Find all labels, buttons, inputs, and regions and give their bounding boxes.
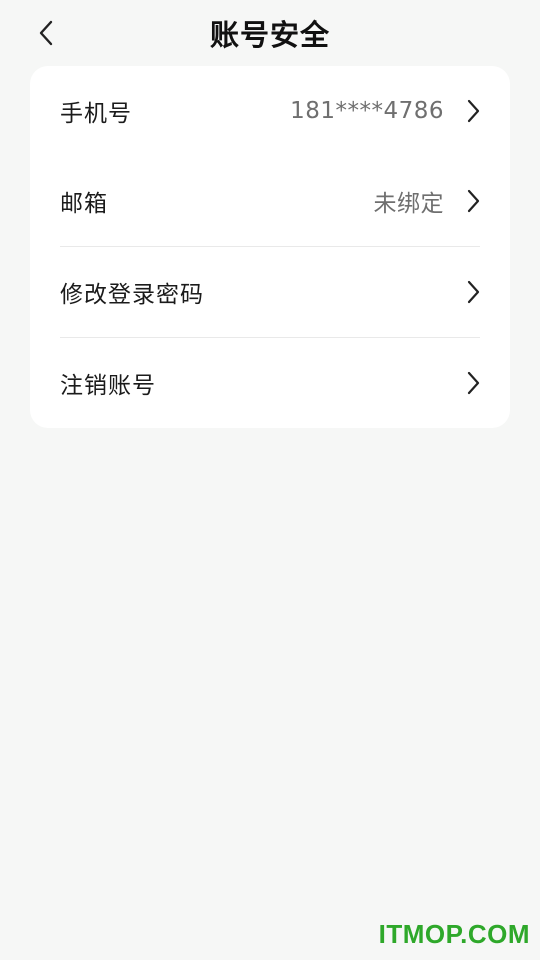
row-label: 手机号 (60, 101, 132, 128)
settings-row-change-password[interactable]: 修改登录密码 (60, 247, 480, 338)
page-title: 账号安全 (209, 18, 330, 52)
chevron-right-icon (462, 97, 480, 125)
settings-row-delete-account[interactable]: 注销账号 (60, 338, 480, 429)
row-value: 181****4786 (290, 98, 444, 125)
row-label: 注销账号 (60, 372, 156, 399)
watermark: ITMOP.COM (378, 919, 530, 949)
top-bar: 账号安全 (0, 0, 540, 66)
account-security-screen: 账号安全 手机号 181****4786 邮箱 未绑定 修改登录密码 注销账号 … (0, 0, 540, 960)
row-label: 邮箱 (60, 191, 108, 218)
chevron-right-icon (462, 369, 480, 397)
row-value: 未绑定 (373, 191, 444, 218)
chevron-right-icon (462, 278, 480, 306)
settings-card: 手机号 181****4786 邮箱 未绑定 修改登录密码 注销账号 (30, 66, 510, 428)
row-label: 修改登录密码 (60, 281, 204, 308)
chevron-right-icon (462, 187, 480, 215)
settings-row-email[interactable]: 邮箱 未绑定 (60, 157, 480, 247)
settings-row-phone[interactable]: 手机号 181****4786 (60, 66, 480, 157)
